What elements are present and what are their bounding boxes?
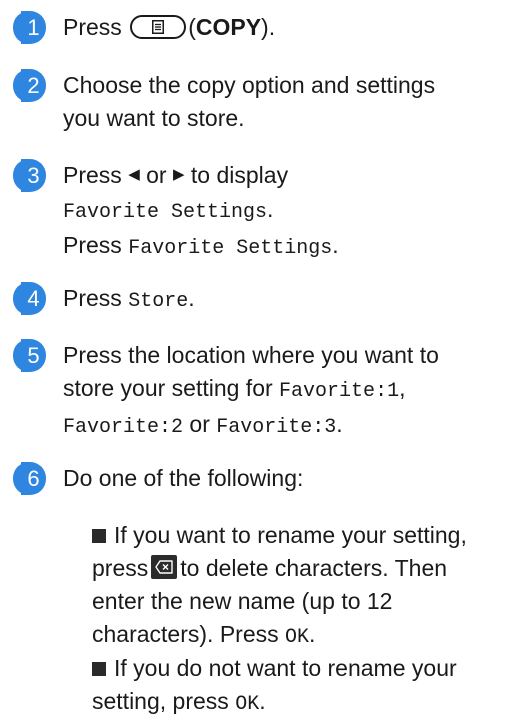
bullet-square-icon <box>92 529 106 543</box>
step-number-badge: 6 <box>13 462 46 495</box>
bullet-text: If you do not want to rename your settin… <box>92 655 457 716</box>
step-number-badge: 3 <box>13 159 46 192</box>
step-text: Press (COPY). <box>63 14 276 40</box>
ok-label: OK <box>235 693 260 716</box>
step-number-badge: 5 <box>13 339 46 372</box>
step-text: Press ◀ or ▶ to display Favorite Setting… <box>63 159 523 265</box>
left-arrow-icon: ◀ <box>128 166 140 184</box>
step-number-badge: 4 <box>13 282 46 315</box>
favorite-settings-label: Favorite Settings <box>63 201 268 225</box>
copy-label: COPY <box>195 14 262 40</box>
step-text: Choose the copy option and settings you … <box>63 72 436 131</box>
backspace-key-icon <box>151 554 178 579</box>
copy-key-icon <box>130 14 187 39</box>
favorite-1-label: Favorite:1 <box>279 380 400 403</box>
step-text: Press the location where you want to sto… <box>63 342 439 439</box>
step-number-badge: 2 <box>13 69 46 102</box>
bullet-text: If you want to rename your setting, pres… <box>92 522 467 649</box>
step-text: Do one of the following: <box>63 465 304 491</box>
favorite-3-label: Favorite:3 <box>216 416 337 439</box>
bullet-square-icon <box>92 662 106 676</box>
favorite-2-label: Favorite:2 <box>63 416 184 439</box>
step-number-badge: 1 <box>13 11 46 44</box>
right-arrow-icon: ▶ <box>172 166 185 184</box>
step-text: Press Store. <box>63 285 195 313</box>
store-label: Store <box>128 290 189 313</box>
favorite-settings-label: Favorite Settings <box>128 237 333 261</box>
ok-label: OK <box>285 626 310 649</box>
